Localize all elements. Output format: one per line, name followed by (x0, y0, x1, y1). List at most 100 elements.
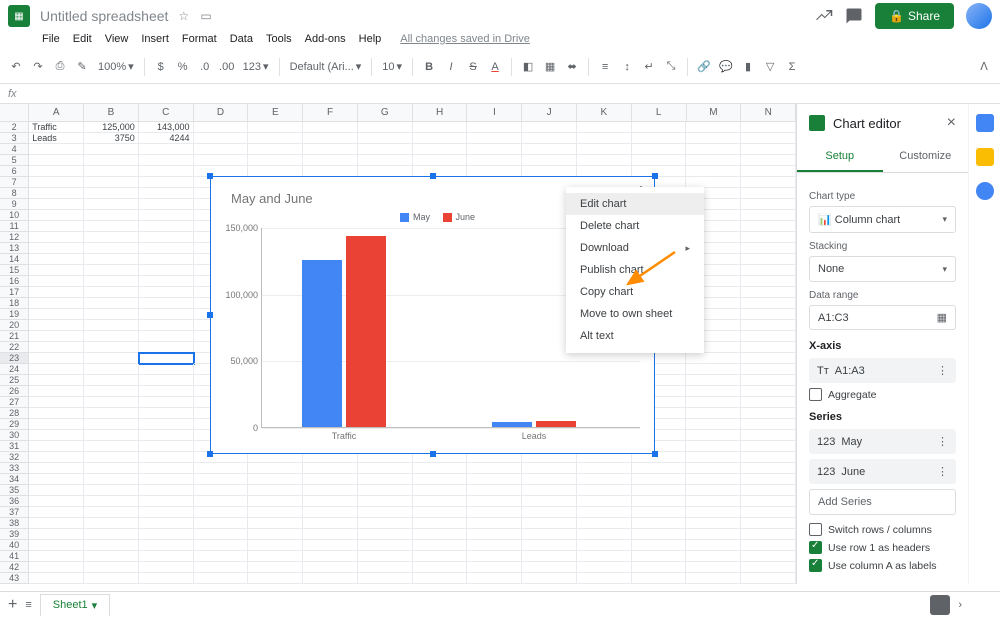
cell[interactable] (467, 485, 522, 496)
cell[interactable] (139, 177, 194, 188)
calendar-addon-icon[interactable] (976, 114, 994, 132)
cell[interactable] (303, 562, 358, 573)
cell[interactable] (522, 133, 577, 144)
row-header[interactable]: 13 (0, 243, 29, 254)
row-header[interactable]: 34 (0, 474, 29, 485)
cell[interactable] (303, 529, 358, 540)
cell[interactable] (139, 265, 194, 276)
cell[interactable] (686, 452, 741, 463)
cell[interactable] (358, 518, 413, 529)
italic-button[interactable]: I (443, 59, 459, 75)
cell[interactable] (29, 254, 84, 265)
data-range-input[interactable]: A1:C3▦ (809, 305, 956, 330)
row-header[interactable]: 8 (0, 188, 29, 199)
cell[interactable] (358, 551, 413, 562)
cell[interactable] (303, 551, 358, 562)
row-header[interactable]: 15 (0, 265, 29, 276)
cell[interactable] (467, 463, 522, 474)
cell[interactable] (194, 529, 249, 540)
cell[interactable] (467, 507, 522, 518)
cell[interactable] (467, 518, 522, 529)
cell[interactable] (139, 364, 194, 375)
cell[interactable] (741, 364, 796, 375)
cell[interactable] (84, 199, 139, 210)
cell[interactable] (194, 551, 249, 562)
cell[interactable] (686, 419, 741, 430)
cell[interactable] (29, 320, 84, 331)
cell[interactable] (358, 507, 413, 518)
cell[interactable] (632, 562, 687, 573)
cell[interactable] (741, 507, 796, 518)
cell[interactable] (632, 155, 687, 166)
cell[interactable] (303, 507, 358, 518)
cell[interactable] (29, 265, 84, 276)
cell[interactable] (139, 375, 194, 386)
cell[interactable] (139, 276, 194, 287)
cell[interactable] (303, 122, 358, 133)
cell[interactable] (632, 463, 687, 474)
cell[interactable] (29, 210, 84, 221)
cell[interactable] (741, 540, 796, 551)
cell[interactable] (29, 243, 84, 254)
cell[interactable] (139, 573, 194, 584)
cell[interactable] (413, 573, 468, 584)
side-panel-toggle-icon[interactable]: › (958, 599, 962, 611)
cell[interactable] (139, 496, 194, 507)
cell[interactable] (686, 441, 741, 452)
cell[interactable] (84, 540, 139, 551)
cell[interactable] (139, 155, 194, 166)
cell[interactable] (686, 463, 741, 474)
cell[interactable] (741, 287, 796, 298)
menu-view[interactable]: View (105, 33, 129, 45)
stacking-select[interactable]: None▾ (809, 256, 956, 282)
row-header[interactable]: 32 (0, 452, 29, 463)
cell[interactable] (248, 122, 303, 133)
cell[interactable] (741, 320, 796, 331)
cell[interactable] (84, 507, 139, 518)
cell[interactable]: 3750 (84, 133, 139, 144)
cell[interactable] (29, 342, 84, 353)
cell[interactable] (358, 529, 413, 540)
row-header[interactable]: 16 (0, 276, 29, 287)
cell[interactable] (413, 562, 468, 573)
cell[interactable]: Traffic (29, 122, 84, 133)
sheet-tab-1[interactable]: Sheet1▾ (40, 594, 110, 616)
col-header[interactable]: K (577, 104, 632, 122)
cell[interactable] (467, 133, 522, 144)
cell[interactable] (358, 155, 413, 166)
cell[interactable] (139, 507, 194, 518)
cell[interactable] (632, 529, 687, 540)
cell[interactable] (29, 529, 84, 540)
cell[interactable] (467, 562, 522, 573)
cell[interactable] (29, 419, 84, 430)
cell[interactable] (413, 133, 468, 144)
cell[interactable] (248, 518, 303, 529)
cell[interactable] (577, 155, 632, 166)
cell[interactable] (84, 232, 139, 243)
cell[interactable] (84, 309, 139, 320)
cell[interactable] (194, 507, 249, 518)
cell[interactable] (522, 573, 577, 584)
cell[interactable] (577, 474, 632, 485)
cell[interactable] (467, 496, 522, 507)
cell[interactable] (577, 485, 632, 496)
cell[interactable] (194, 485, 249, 496)
cell[interactable] (84, 243, 139, 254)
cell[interactable] (194, 133, 249, 144)
cell[interactable] (467, 573, 522, 584)
ctx-move-to-sheet[interactable]: Move to own sheet (566, 303, 704, 325)
move-folder-icon[interactable]: ▭ (200, 9, 214, 23)
cell[interactable] (632, 518, 687, 529)
cell[interactable] (467, 155, 522, 166)
cell[interactable] (467, 122, 522, 133)
cell[interactable] (29, 276, 84, 287)
cell[interactable]: Leads (29, 133, 84, 144)
save-status[interactable]: All changes saved in Drive (400, 33, 530, 45)
row-header[interactable]: 9 (0, 199, 29, 210)
cell[interactable]: 4244 (139, 133, 194, 144)
decrease-decimal-button[interactable]: .0 (197, 59, 213, 75)
percent-button[interactable]: % (175, 59, 191, 75)
cell[interactable] (413, 551, 468, 562)
col-header[interactable]: D (194, 104, 249, 122)
cell[interactable] (577, 573, 632, 584)
